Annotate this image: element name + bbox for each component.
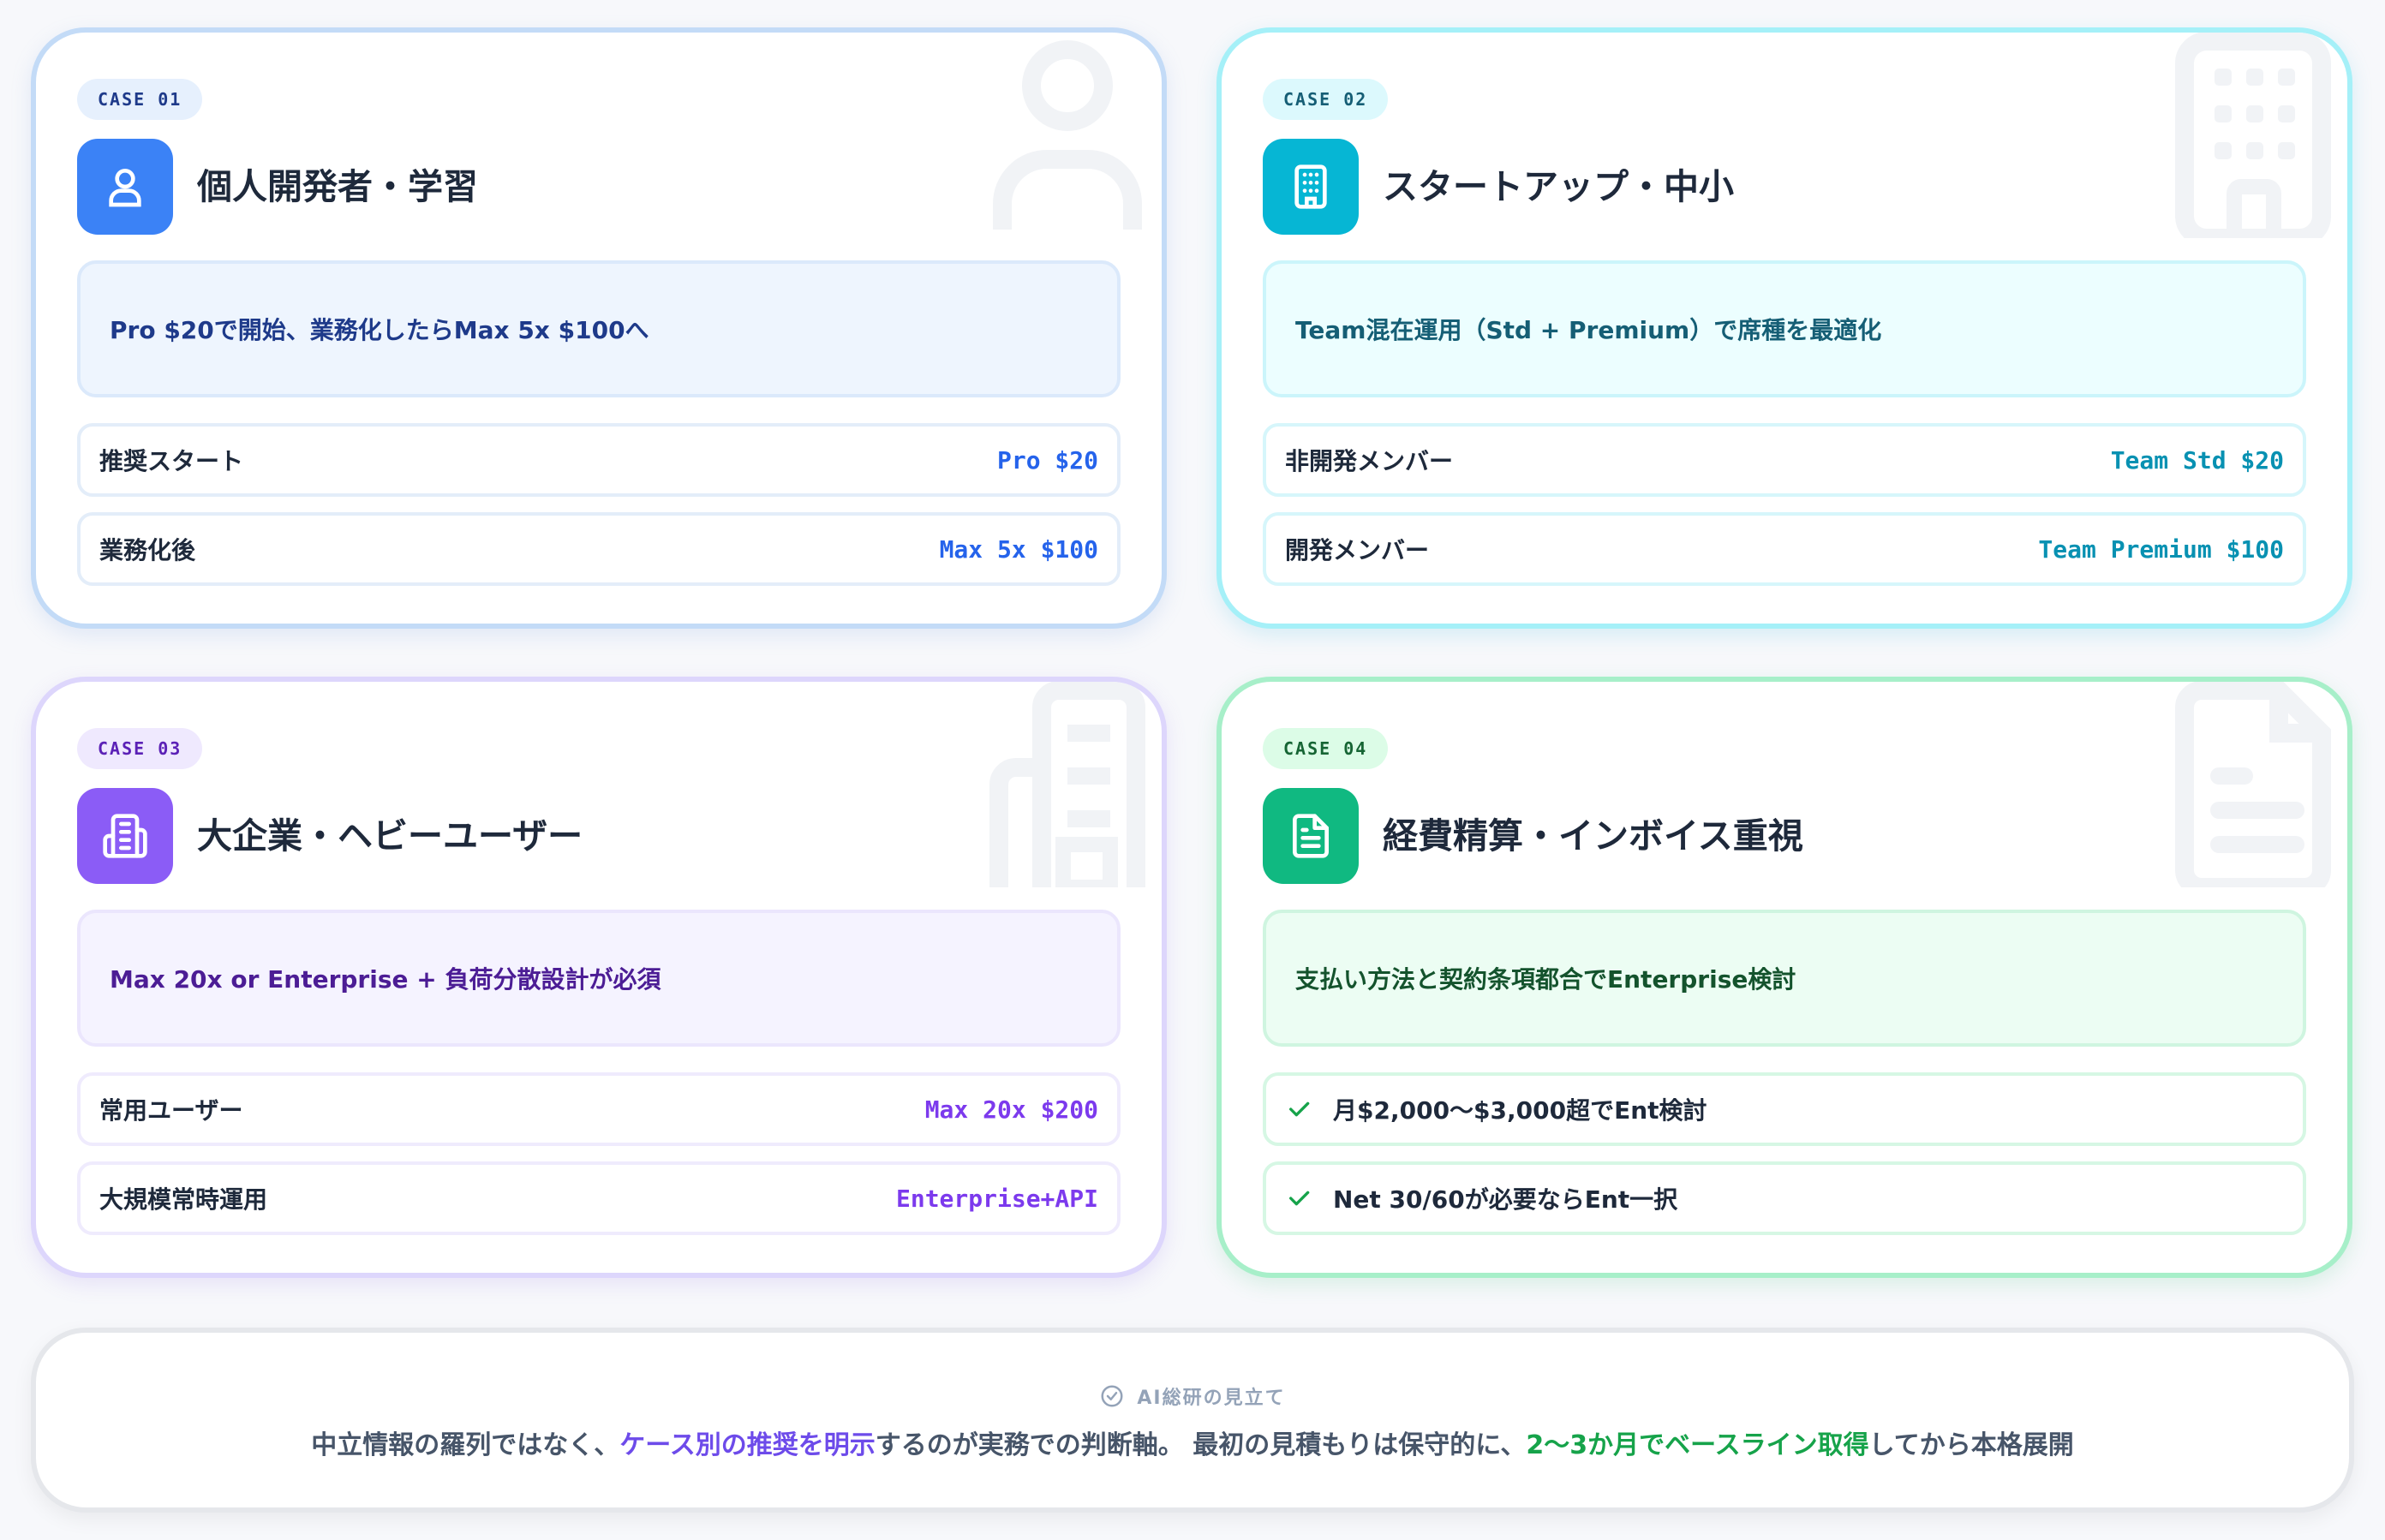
building-icon — [1263, 139, 1359, 235]
office-building-watermark-icon — [982, 682, 1153, 895]
check-icon — [1285, 1095, 1312, 1123]
footer-highlight-2: 2〜3か月でベースライン取得 — [1526, 1430, 1869, 1460]
plan-row: 大規模常時運用 Enterprise+API — [77, 1161, 1121, 1235]
check-row: Net 30/60が必要ならEnt一択 — [1263, 1161, 2306, 1235]
plan-row-value: Team Std $20 — [2110, 445, 2284, 475]
case-summary: Pro $20で開始、業務化したらMax 5x $100へ — [77, 260, 1121, 397]
plan-row-value: Max 5x $100 — [939, 534, 1098, 564]
plan-row-label: 大規模常時運用 — [99, 1185, 268, 1214]
check-row: 月$2,000〜$3,000超でEnt検討 — [1263, 1072, 2306, 1146]
user-watermark-icon — [982, 33, 1153, 238]
case-title: スタートアップ・中小 — [1383, 166, 1734, 207]
office-building-icon — [77, 788, 173, 884]
plan-row: 常用ユーザー Max 20x $200 — [77, 1072, 1121, 1146]
plan-row: 開発メンバー Team Premium $100 — [1263, 512, 2306, 586]
case-title: 大企業・ヘビーユーザー — [197, 815, 583, 857]
footer-text: 中立情報の羅列ではなく、ケース別の推奨を明示するのが実務での判断軸。 最初の見積… — [36, 1424, 2349, 1461]
check-icon — [1285, 1185, 1312, 1212]
footer-text-1: 中立情報の羅列ではなく、 — [311, 1430, 620, 1460]
plan-row: 推奨スタート Pro $20 — [77, 423, 1121, 497]
document-watermark-icon — [2167, 682, 2339, 897]
plan-row-value: Pro $20 — [996, 445, 1098, 475]
building-watermark-icon — [2167, 33, 2339, 248]
case-card-3: CASE 03 大企業・ヘビーユーザー Max 20x or Enterpris… — [31, 677, 1167, 1278]
check-circle-icon — [1101, 1385, 1123, 1407]
case-badge: CASE 03 — [77, 728, 203, 769]
document-icon — [1263, 788, 1359, 884]
case-title: 個人開発者・学習 — [197, 166, 478, 207]
case-badge: CASE 02 — [1263, 79, 1389, 120]
case-summary: 支払い方法と契約条項都合でEnterprise検討 — [1263, 910, 2306, 1047]
case-title: 経費精算・インボイス重視 — [1383, 815, 1803, 857]
check-row-label: 月$2,000〜$3,000超でEnt検討 — [1333, 1096, 1707, 1125]
plan-row: 非開発メンバー Team Std $20 — [1263, 423, 2306, 497]
footer-heading-text: AI総研の見立て — [1137, 1388, 1286, 1409]
case-summary: Team混在運用（Std + Premium）で席種を最適化 — [1263, 260, 2306, 397]
footer-heading: AI総研の見立て — [36, 1382, 2349, 1410]
plan-row-label: 開発メンバー — [1285, 536, 1430, 564]
footer-text-2: するのが実務での判断軸。 最初の見積もりは保守的に、 — [875, 1430, 1527, 1460]
plan-row-label: 常用ユーザー — [99, 1096, 243, 1125]
case-summary: Max 20x or Enterprise + 負荷分散設計が必須 — [77, 910, 1121, 1047]
footer-text-3: してから本格展開 — [1868, 1430, 2074, 1460]
case-card-1: CASE 01 個人開発者・学習 Pro $20で開始、業務化したらMax 5x… — [31, 27, 1167, 629]
case-badge: CASE 04 — [1263, 728, 1389, 769]
plan-row: 業務化後 Max 5x $100 — [77, 512, 1121, 586]
case-badge: CASE 01 — [77, 79, 203, 120]
plan-row-label: 業務化後 — [99, 536, 196, 564]
case-card-2: CASE 02 スタートアップ・中小 Team混在運用（Std + Premiu… — [1216, 27, 2352, 629]
insight-footer: AI総研の見立て 中立情報の羅列ではなく、ケース別の推奨を明示するのが実務での判… — [31, 1328, 2354, 1513]
plan-row-value: Team Premium $100 — [2038, 534, 2284, 564]
plan-row-value: Max 20x $200 — [924, 1095, 1098, 1124]
plan-row-label: 非開発メンバー — [1285, 447, 1454, 475]
footer-highlight-1: ケース別の推奨を明示 — [619, 1430, 876, 1460]
case-card-4: CASE 04 経費精算・インボイス重視 支払い方法と契約条項都合でEnterp… — [1216, 677, 2352, 1278]
user-icon — [77, 139, 173, 235]
plan-row-value: Enterprise+API — [895, 1184, 1098, 1213]
check-row-label: Net 30/60が必要ならEnt一択 — [1333, 1185, 1678, 1214]
plan-row-label: 推奨スタート — [99, 447, 244, 475]
